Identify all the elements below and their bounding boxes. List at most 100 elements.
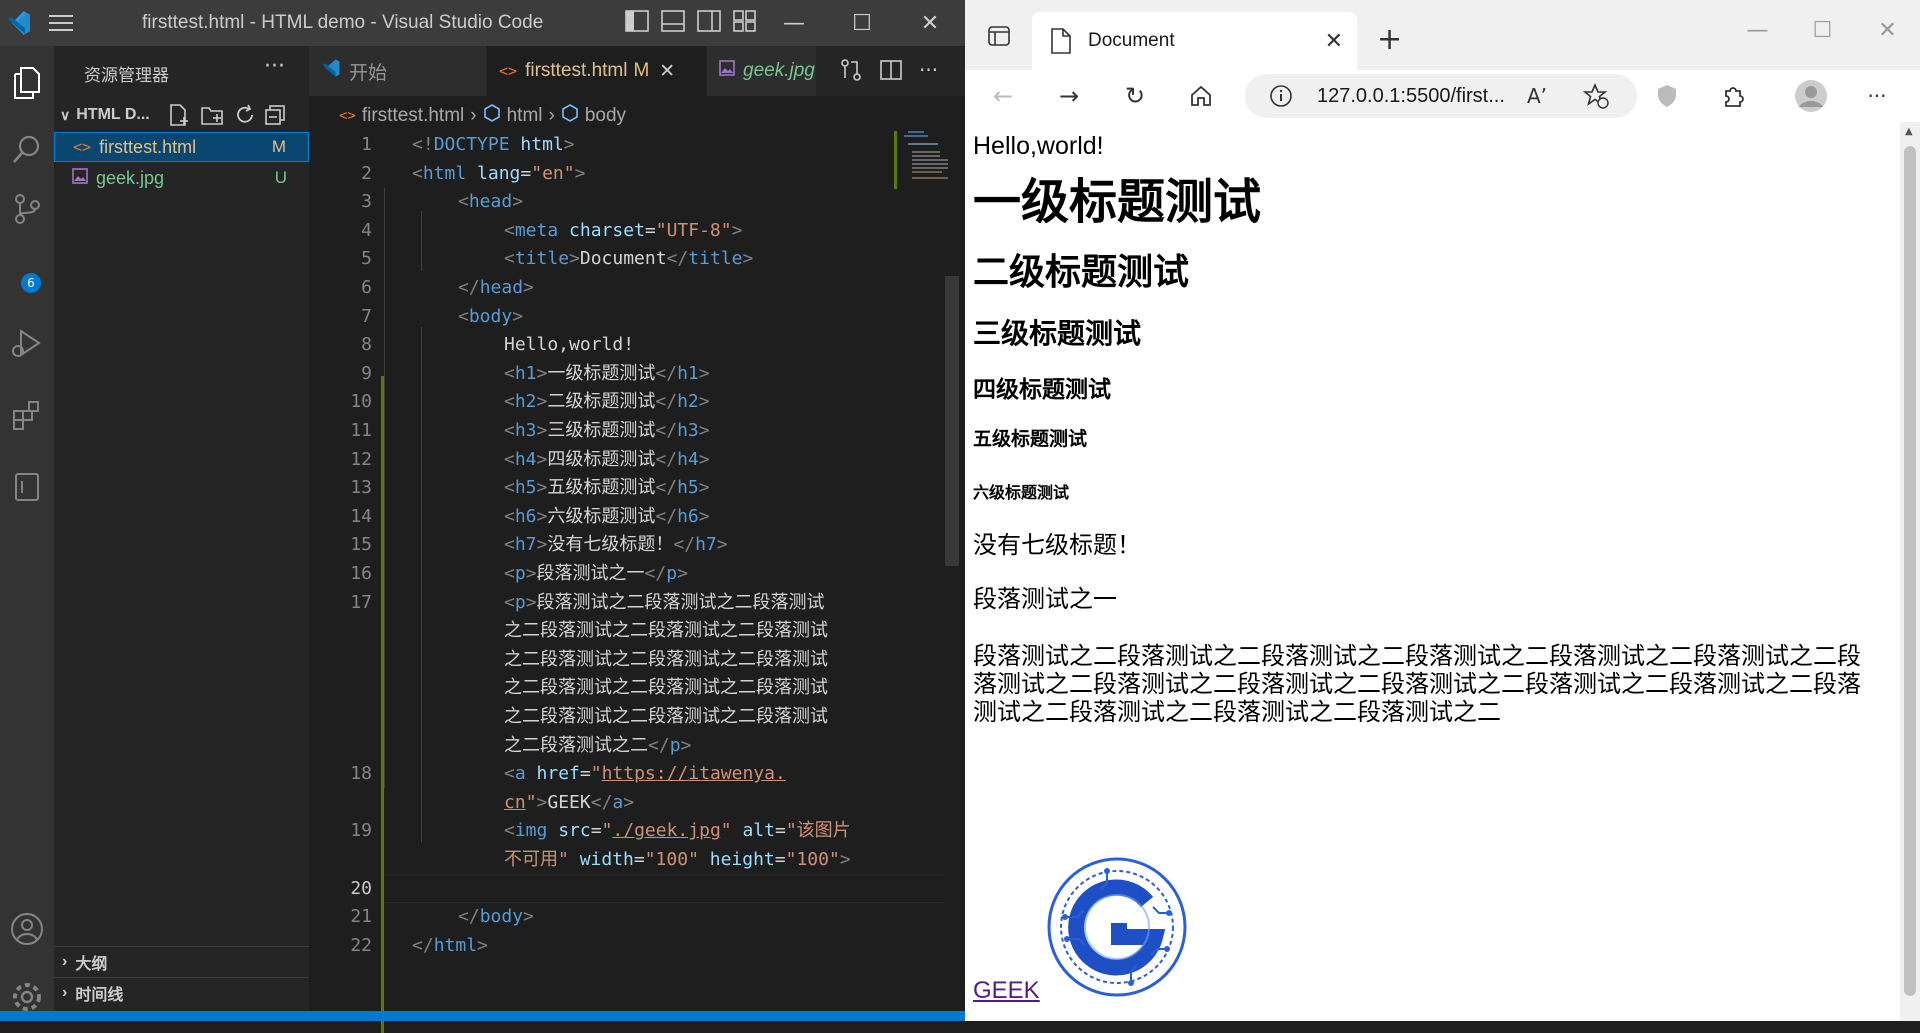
breadcrumb-item[interactable]: firsttest.html [362,105,464,127]
address-bar[interactable]: 127.0.0.1:5500/first... A’ [1245,74,1637,118]
extensions-icon[interactable] [0,388,54,442]
tab-actions-icon[interactable] [987,24,1011,52]
toggle-sidebar-icon[interactable] [625,10,651,34]
minimize-icon[interactable]: — [760,0,828,46]
line-number: 22 [350,934,372,956]
file-item-firsttest[interactable]: <> firsttest.html M [54,132,309,162]
page-h6: 六级标题测试 [973,485,1070,502]
page-scrollbar[interactable]: ▲ [1900,122,1920,1021]
line-number: 7 [361,305,372,327]
line-number: 18 [350,763,372,785]
line-number: 16 [350,563,372,584]
vscode-logo-icon [6,10,32,40]
accounts-icon[interactable] [0,902,54,956]
line-number: 6 [361,277,372,298]
explorer-sidebar: 资源管理器 ··· ∨ HTML D... <> firsttest.html … [54,46,309,1021]
outline-section[interactable]: › 大纲 [54,946,309,976]
editor-area: 开始 <> firsttest.html M ✕ geek.jpg ··· <>… [309,46,965,1033]
status-bar [0,1011,965,1021]
file-name: firsttest.html [99,136,197,157]
remote-explorer-icon[interactable] [0,460,54,514]
close-window-icon[interactable]: ✕ [1855,0,1920,60]
maximize-icon[interactable]: ☐ [1790,0,1855,60]
folder-header[interactable]: ∨ HTML D... [54,102,309,128]
new-folder-icon[interactable] [200,104,224,131]
element-icon [561,104,579,128]
browser-tab-bar: Document ✕ + — ☐ ✕ [965,0,1920,70]
close-icon[interactable]: ✕ [896,0,964,46]
line-number: 1 [361,134,372,155]
close-tab-icon[interactable]: ✕ [659,60,675,83]
info-icon[interactable] [1269,84,1293,112]
vscode-icon [321,58,341,84]
settings-menu-icon[interactable]: ··· [1859,78,1895,114]
toggle-secondary-sidebar-icon[interactable] [697,10,723,34]
page-paragraph-2-line: 测试之二段落测试之二段落测试之二段落测试之二 [973,699,1501,726]
browser-tab-document[interactable]: Document ✕ [1032,12,1357,70]
geek-link[interactable]: GEEK [973,977,1040,1005]
line-number: 19 [350,820,372,842]
line-number: 5 [361,248,372,270]
tab-welcome[interactable]: 开始 [309,46,487,96]
line-number: 10 [350,391,372,413]
home-icon[interactable] [1183,78,1219,114]
line-number: 14 [350,505,372,527]
refresh-icon[interactable]: ↻ [1117,78,1153,114]
extensions-icon[interactable] [1715,78,1751,114]
file-name: geek.jpg [96,167,165,188]
scroll-up-icon[interactable]: ▲ [1905,126,1913,137]
chevron-right-icon: › [470,105,477,126]
url-text: 127.0.0.1:5500/first... [1317,84,1505,107]
chevron-down-icon: ∨ [60,106,71,123]
split-editor-icon[interactable] [879,58,903,82]
breadcrumb-item[interactable]: html [507,105,543,127]
breadcrumb: <> firsttest.html › html › body [339,101,626,131]
back-icon[interactable]: ← [985,78,1021,114]
customize-layout-icon[interactable] [733,10,759,34]
profile-avatar[interactable] [1793,78,1829,114]
more-actions-icon[interactable]: ··· [919,58,943,82]
html-file-icon: <> [499,62,518,80]
line-number: 20 [350,877,372,899]
more-actions-icon[interactable]: ··· [264,54,285,79]
new-tab-icon[interactable]: + [1377,22,1402,57]
forward-icon[interactable]: → [1051,78,1087,114]
menu-icon[interactable] [48,12,74,34]
html-file-icon: <> [73,138,92,156]
close-tab-icon[interactable]: ✕ [1325,29,1343,54]
open-changes-icon[interactable] [839,58,863,82]
tab-geek[interactable]: geek.jpg [707,46,817,96]
breadcrumb-item[interactable]: body [585,105,626,127]
explorer-icon[interactable] [0,56,54,110]
source-control-icon[interactable] [0,182,54,236]
line-number: 17 [350,591,372,613]
collapse-all-icon[interactable] [264,104,286,131]
editor-scrollbar[interactable] [945,131,959,1011]
timeline-section[interactable]: › 时间线 [54,977,309,1007]
chevron-right-icon: › [62,952,68,970]
minimap[interactable] [894,131,950,191]
run-debug-icon[interactable] [0,316,54,370]
new-file-icon[interactable] [168,103,190,132]
toggle-panel-icon[interactable] [661,10,687,34]
read-aloud-icon[interactable]: A’ [1527,84,1547,108]
file-item-geek[interactable]: geek.jpg U [54,163,309,193]
page-h2: 二级标题测试 [973,251,1190,292]
line-number: 8 [361,334,372,356]
title-bar: firsttest.html - HTML demo - Visual Stud… [0,0,965,46]
tab-label: 开始 [349,62,388,84]
minimize-icon[interactable]: — [1725,0,1790,60]
line-number: 3 [361,191,372,213]
line-number: 11 [350,420,372,441]
activity-bar: 6 [0,46,54,1021]
tracking-prevention-icon[interactable] [1649,78,1685,114]
scm-count-badge: 6 [21,273,41,293]
add-favorite-icon[interactable] [1582,82,1609,113]
line-number: 21 [350,906,372,928]
page-h7-text: 没有七级标题！ [973,532,1141,559]
maximize-icon[interactable]: ☐ [828,0,896,46]
tab-firsttest[interactable]: <> firsttest.html M ✕ [487,46,707,96]
search-icon[interactable] [0,122,54,176]
web-page-content: Hello,world! 一级标题测试 二级标题测试 三级标题测试 四级标题测试… [965,122,1900,1021]
refresh-icon[interactable] [234,104,256,131]
